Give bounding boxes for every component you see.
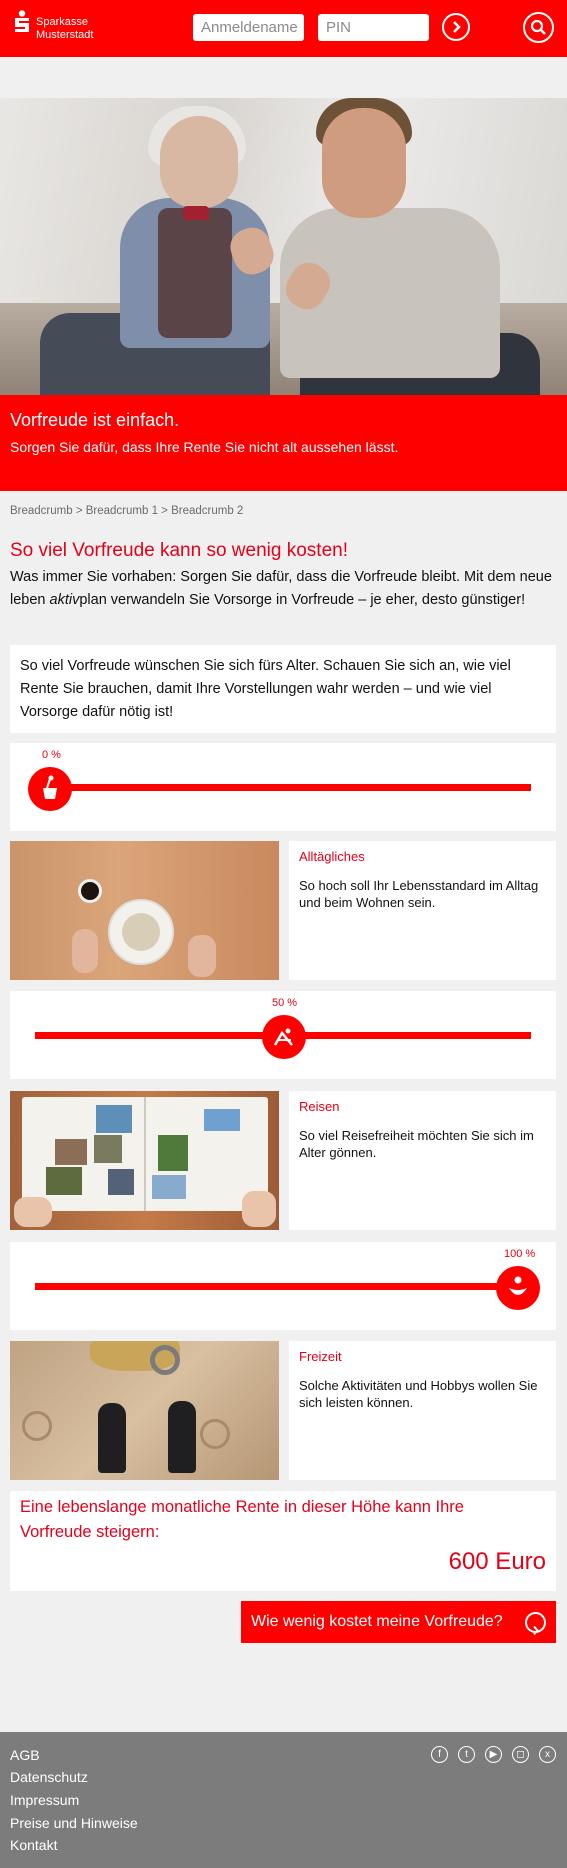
youtube-icon[interactable]: ▶ xyxy=(485,1746,502,1763)
slider-reisen: 50 % xyxy=(10,991,556,1079)
slider-value-label: 50 % xyxy=(272,997,298,1009)
footer: AGB Datenschutz Impressum Preise und Hin… xyxy=(0,1732,567,1868)
calculate-cost-button[interactable]: Wie wenig kostet meine Vorfreude? xyxy=(241,1601,556,1643)
alltaegliches-image xyxy=(10,841,279,980)
hero-banner: Vorfreude ist einfach. Sorgen Sie dafür,… xyxy=(0,395,567,491)
breadcrumb[interactable]: Breadcrumb > Breadcrumb 1 > Breadcrumb 2 xyxy=(10,505,243,517)
username-input[interactable]: Anmeldename xyxy=(193,14,304,41)
pin-input[interactable]: PIN xyxy=(318,14,429,41)
search-icon xyxy=(530,19,546,35)
alltaegliches-title: Alltägliches xyxy=(299,849,365,864)
result-text: Eine lebenslange monatliche Rente in die… xyxy=(20,1498,464,1541)
result-value: 600 Euro xyxy=(448,1548,546,1575)
brand-line-1: Sparkasse xyxy=(36,16,88,28)
footer-link-kontakt[interactable]: Kontakt xyxy=(10,1837,57,1853)
slider-track[interactable] xyxy=(35,1283,531,1290)
footer-link-preise-und-hinweise[interactable]: Preise und Hinweise xyxy=(10,1815,138,1831)
intro-text: Was immer Sie vorhaben: Sorgen Sie dafür… xyxy=(10,566,558,612)
brand-name[interactable]: Sparkasse Musterstadt xyxy=(36,16,93,42)
hero-image xyxy=(0,98,567,395)
alltaegliches-info: Alltägliches So hoch soll Ihr Lebensstan… xyxy=(289,841,556,980)
top-bar: Sparkasse Musterstadt Anmeldename PIN xyxy=(0,0,567,57)
deck-chair-icon xyxy=(273,1028,293,1046)
cta-label: Wie wenig kostet meine Vorfreude? xyxy=(251,1613,503,1630)
slider-freizeit: 100 % xyxy=(10,1242,556,1330)
facebook-icon[interactable]: f xyxy=(431,1746,448,1763)
hero-title: Vorfreude ist einfach. xyxy=(10,410,180,430)
footer-link-agb[interactable]: AGB xyxy=(10,1747,40,1763)
alltaegliches-text: So hoch soll Ihr Lebensstandard im Allta… xyxy=(299,878,539,910)
slider-track[interactable] xyxy=(35,784,531,791)
slider-alltaegliches: 0 % xyxy=(10,743,556,831)
bucket-icon xyxy=(43,775,57,799)
sparkasse-logo-icon[interactable] xyxy=(14,10,30,32)
freizeit-info: Freizeit Solche Aktivitäten und Hobbys w… xyxy=(289,1341,556,1480)
reisen-title: Reisen xyxy=(299,1099,340,1114)
login-submit-button[interactable] xyxy=(442,13,470,41)
info-box-text: So viel Vorfreude wünschen Sie sich fürs… xyxy=(20,658,511,720)
slider-handle[interactable] xyxy=(262,1015,306,1059)
twitter-icon[interactable]: t xyxy=(458,1746,475,1763)
person-icon xyxy=(509,1276,527,1295)
intro-text-part-2: plan verwandeln Sie Vorsorge in Vorfreud… xyxy=(79,592,526,608)
footer-link-datenschutz[interactable]: Datenschutz xyxy=(10,1769,88,1785)
reisen-image xyxy=(10,1091,279,1230)
xing-icon[interactable]: x xyxy=(539,1746,556,1763)
freizeit-title: Freizeit xyxy=(299,1349,342,1364)
chevron-right-icon xyxy=(525,1612,546,1636)
result-box: Eine lebenslange monatliche Rente in die… xyxy=(10,1491,556,1591)
reisen-text: So viel Reisefreiheit möchten Sie sich i… xyxy=(299,1128,534,1160)
search-button[interactable] xyxy=(523,12,554,43)
slider-handle[interactable] xyxy=(28,767,72,811)
slider-value-label: 100 % xyxy=(504,1248,536,1260)
freizeit-text: Solche Aktivitäten und Hobbys wollen Sie… xyxy=(299,1378,538,1410)
intro-text-italic: aktiv xyxy=(49,592,80,608)
reisen-info: Reisen So viel Reisefreiheit möchten Sie… xyxy=(289,1091,556,1230)
slider-handle[interactable] xyxy=(496,1266,540,1310)
hero-subtitle: Sorgen Sie dafür, dass Ihre Rente Sie ni… xyxy=(10,439,399,455)
chevron-right-icon xyxy=(453,21,461,33)
slider-value-label: 0 % xyxy=(42,749,61,761)
freizeit-image xyxy=(10,1341,279,1480)
info-box: So viel Vorfreude wünschen Sie sich fürs… xyxy=(10,645,556,733)
page-title: So viel Vorfreude kann so wenig kosten! xyxy=(10,540,348,561)
brand-line-2: Musterstadt xyxy=(36,29,94,41)
instagram-icon[interactable]: ◻ xyxy=(512,1746,529,1763)
footer-link-impressum[interactable]: Impressum xyxy=(10,1792,79,1808)
